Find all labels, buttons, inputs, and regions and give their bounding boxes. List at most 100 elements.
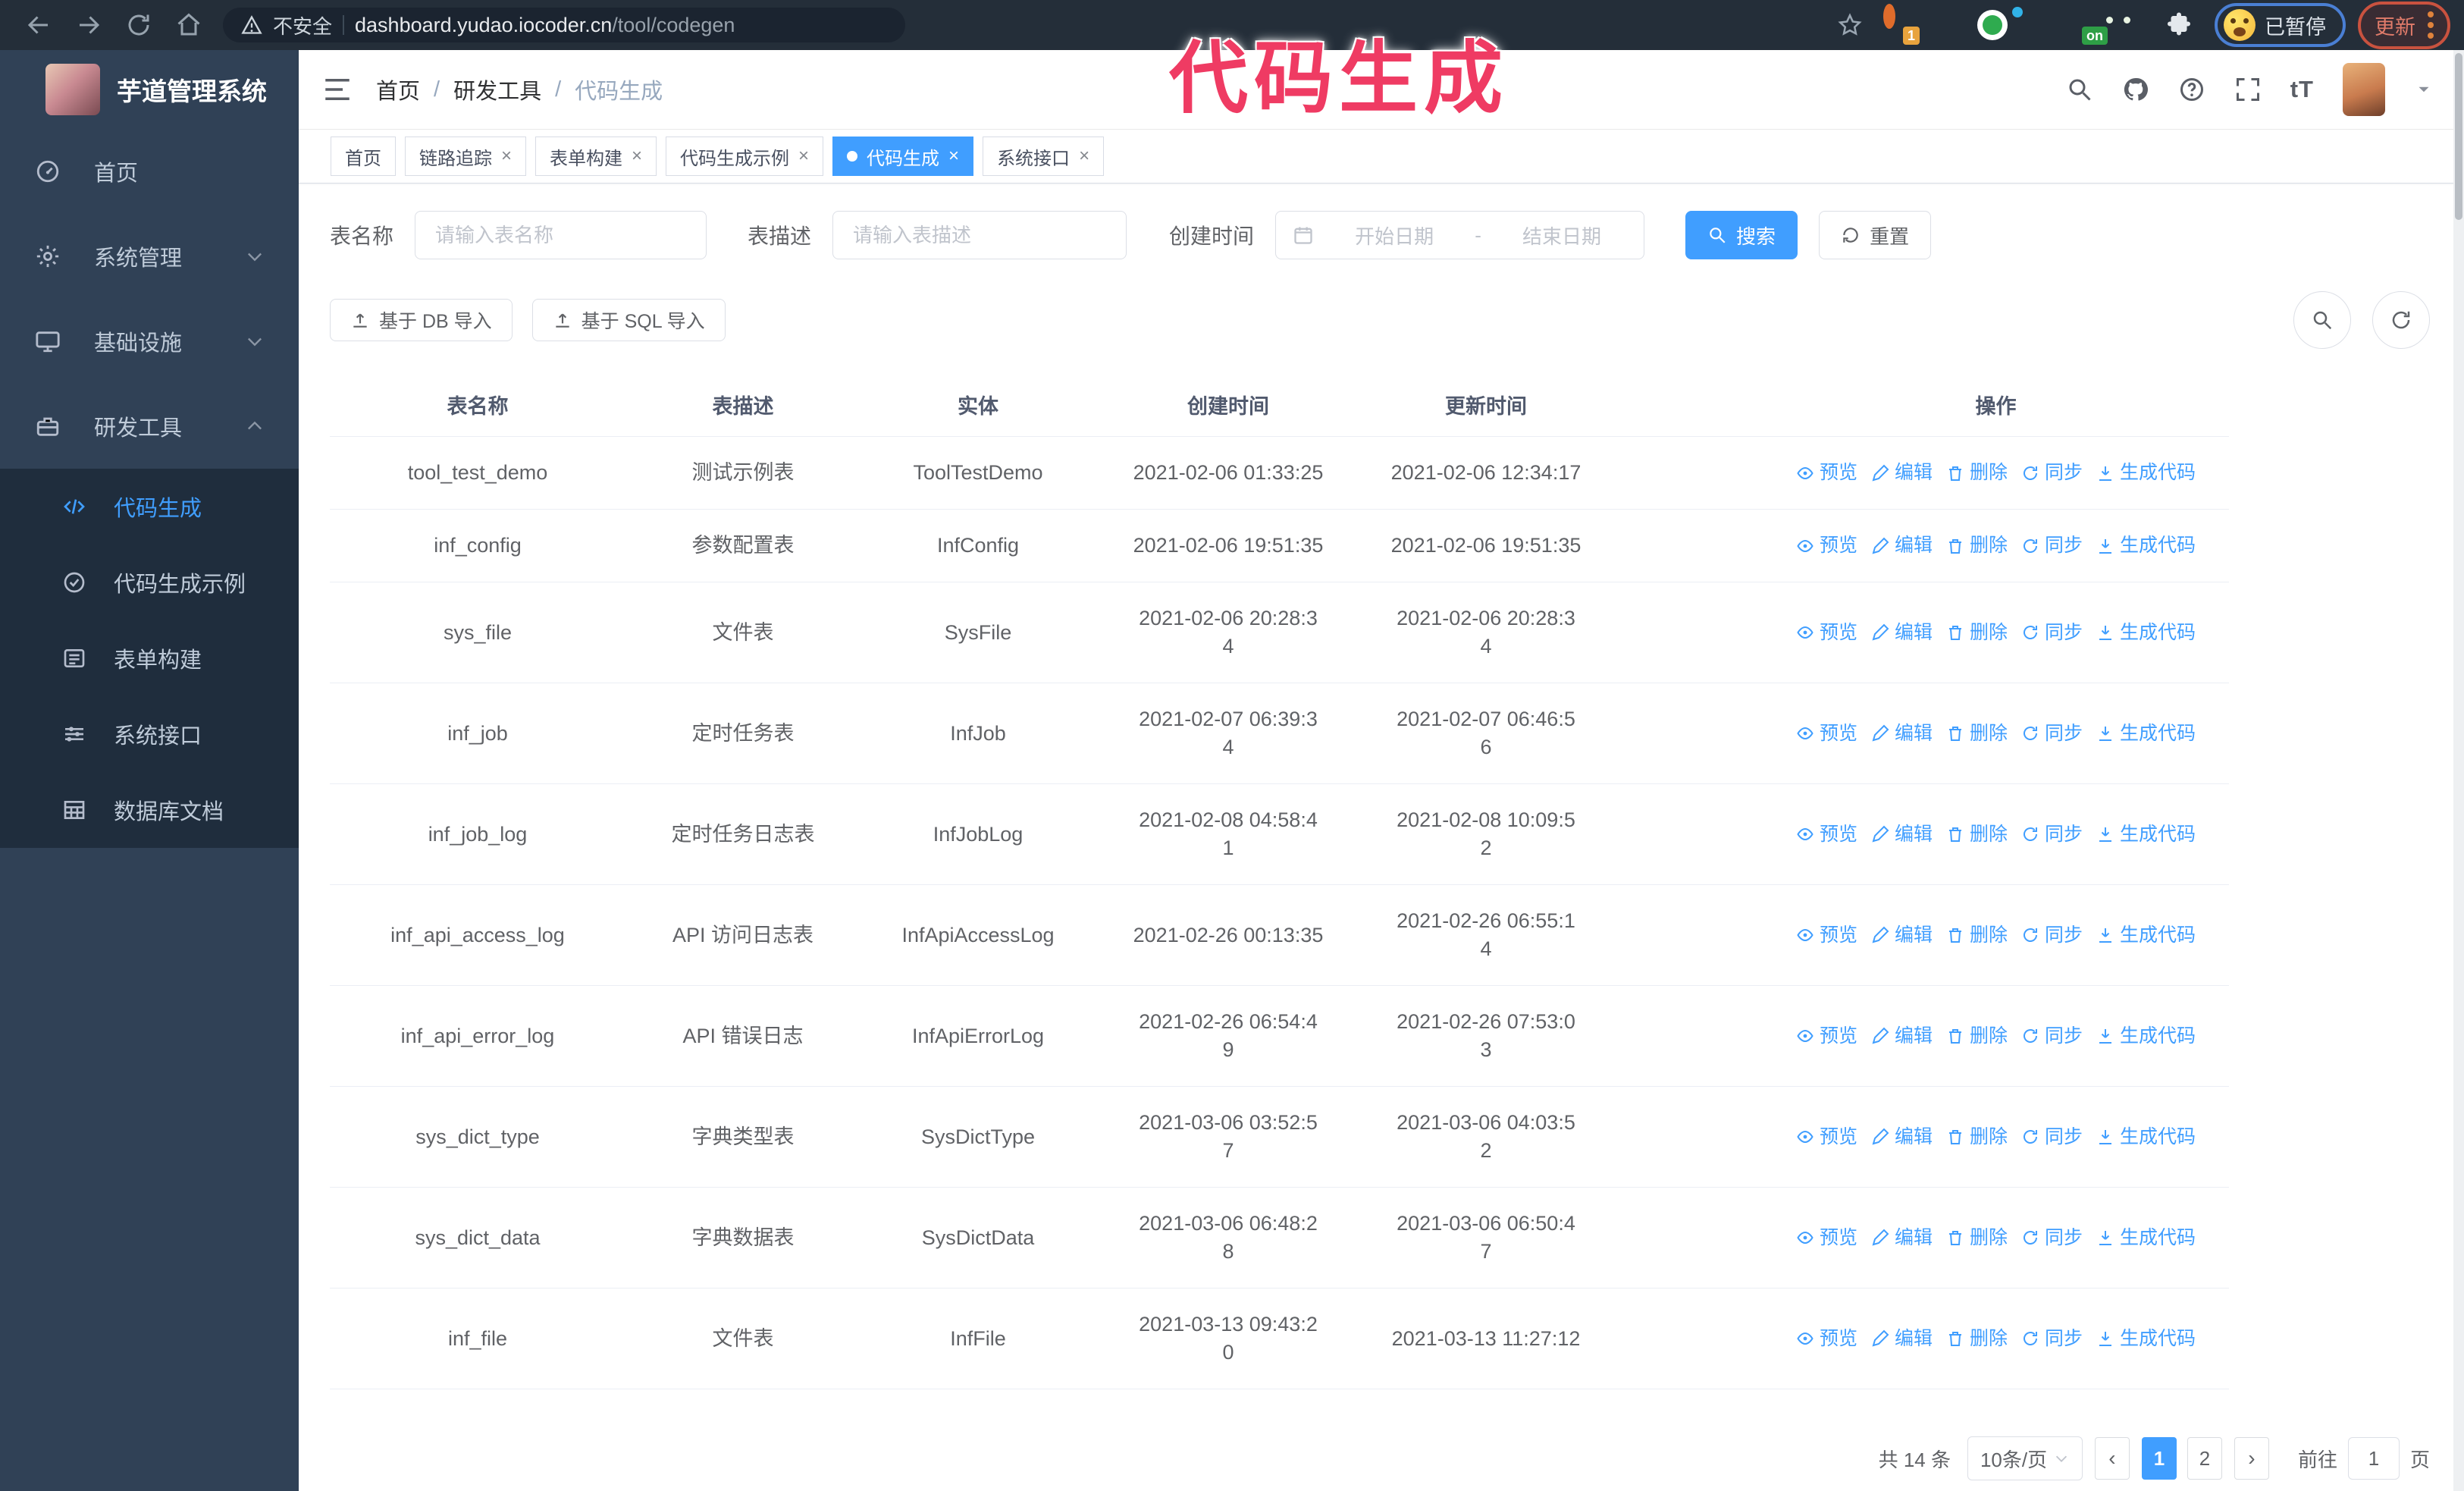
sidebar-logo-row[interactable]: 芋道管理系统: [0, 50, 299, 129]
extension-gray-icon[interactable]: [2012, 7, 2055, 40]
action-generate-link[interactable]: 生成代码: [2096, 1123, 2196, 1151]
close-icon[interactable]: ×: [501, 147, 512, 165]
action-sync-link[interactable]: 同步: [2021, 921, 2083, 950]
sidebar-item-0[interactable]: 首页: [0, 129, 299, 214]
action-edit-link[interactable]: 编辑: [1871, 720, 1933, 748]
search-button[interactable]: 搜索: [1685, 211, 1798, 259]
tab-2[interactable]: 表单构建 ×: [535, 137, 657, 176]
sidebar-subitem-3[interactable]: 系统接口: [0, 696, 299, 772]
scrollbar[interactable]: [2453, 50, 2464, 1491]
close-icon[interactable]: ×: [948, 147, 959, 165]
action-preview-link[interactable]: 预览: [1796, 1123, 1857, 1151]
action-preview-link[interactable]: 预览: [1796, 1325, 1857, 1353]
scrollbar-thumb[interactable]: [2455, 53, 2462, 220]
sidebar-subitem-2[interactable]: 表单构建: [0, 620, 299, 696]
action-preview-link[interactable]: 预览: [1796, 532, 1857, 560]
bookmark-star-icon[interactable]: [1837, 12, 1863, 38]
toggle-search-button[interactable]: [2293, 291, 2351, 349]
action-preview-link[interactable]: 预览: [1796, 1224, 1857, 1252]
browser-forward-icon[interactable]: [75, 11, 102, 39]
goto-page-input[interactable]: [2347, 1437, 2400, 1480]
sidebar-item-2[interactable]: 基础设施: [0, 299, 299, 384]
next-page-button[interactable]: ›: [2234, 1437, 2269, 1480]
table-name-input[interactable]: [415, 211, 707, 259]
fullscreen-icon[interactable]: [2234, 76, 2262, 103]
action-delete-link[interactable]: 删除: [1946, 821, 2008, 849]
tab-5[interactable]: 系统接口 ×: [983, 137, 1105, 176]
action-delete-link[interactable]: 删除: [1946, 1022, 2008, 1050]
search-icon[interactable]: [2066, 76, 2093, 103]
import-sql-button[interactable]: 基于 SQL 导入: [531, 299, 726, 341]
help-icon[interactable]: [2178, 76, 2205, 103]
sidebar-item-1[interactable]: 系统管理: [0, 214, 299, 299]
action-generate-link[interactable]: 生成代码: [2096, 619, 2196, 647]
extension-green-ring-icon[interactable]: [1977, 10, 2008, 40]
security-warning-icon[interactable]: [241, 14, 262, 36]
refresh-table-button[interactable]: [2372, 291, 2430, 349]
browser-back-icon[interactable]: [25, 11, 52, 39]
action-sync-link[interactable]: 同步: [2021, 1123, 2083, 1151]
action-edit-link[interactable]: 编辑: [1871, 1224, 1933, 1252]
action-sync-link[interactable]: 同步: [2021, 459, 2083, 487]
action-preview-link[interactable]: 预览: [1796, 619, 1857, 647]
action-edit-link[interactable]: 编辑: [1871, 459, 1933, 487]
extension-gem-icon[interactable]: [1930, 10, 1961, 40]
action-preview-link[interactable]: 预览: [1796, 720, 1857, 748]
reset-button[interactable]: 重置: [1819, 211, 1932, 259]
action-edit-link[interactable]: 编辑: [1871, 532, 1933, 560]
action-delete-link[interactable]: 删除: [1946, 720, 2008, 748]
sidebar-subitem-4[interactable]: 数据库文档: [0, 772, 299, 848]
extensions-puzzle-icon[interactable]: [2165, 11, 2193, 39]
action-edit-link[interactable]: 编辑: [1871, 921, 1933, 950]
action-generate-link[interactable]: 生成代码: [2096, 720, 2196, 748]
action-delete-link[interactable]: 删除: [1946, 1123, 2008, 1151]
action-sync-link[interactable]: 同步: [2021, 1325, 2083, 1353]
date-range-picker[interactable]: 开始日期 - 结束日期: [1275, 211, 1645, 259]
action-generate-link[interactable]: 生成代码: [2096, 821, 2196, 849]
table-desc-input[interactable]: [832, 211, 1127, 259]
close-icon[interactable]: ×: [632, 147, 642, 165]
sidebar-subitem-0[interactable]: 代码生成: [0, 469, 299, 545]
browser-menu-icon[interactable]: [2428, 11, 2434, 39]
action-delete-link[interactable]: 删除: [1946, 532, 2008, 560]
tab-3[interactable]: 代码生成示例 ×: [666, 137, 824, 176]
tab-1[interactable]: 链路追踪 ×: [405, 137, 527, 176]
hamburger-icon[interactable]: [321, 74, 353, 105]
action-edit-link[interactable]: 编辑: [1871, 1123, 1933, 1151]
browser-home-icon[interactable]: [175, 11, 202, 39]
tab-0[interactable]: 首页: [331, 137, 396, 176]
action-preview-link[interactable]: 预览: [1796, 459, 1857, 487]
sidebar-item-3[interactable]: 研发工具: [0, 384, 299, 469]
action-sync-link[interactable]: 同步: [2021, 619, 2083, 647]
action-edit-link[interactable]: 编辑: [1871, 1325, 1933, 1353]
action-edit-link[interactable]: 编辑: [1871, 619, 1933, 647]
page-size-select[interactable]: 10条/页: [1967, 1436, 2083, 1480]
text-size-icon[interactable]: tT: [2290, 76, 2314, 103]
action-generate-link[interactable]: 生成代码: [2096, 459, 2196, 487]
action-edit-link[interactable]: 编辑: [1871, 821, 1933, 849]
github-icon[interactable]: [2122, 76, 2149, 103]
page-number-2[interactable]: 2: [2187, 1437, 2222, 1480]
extension-orange-icon[interactable]: 1: [1883, 4, 1920, 45]
action-generate-link[interactable]: 生成代码: [2096, 921, 2196, 950]
action-generate-link[interactable]: 生成代码: [2096, 1022, 2196, 1050]
action-sync-link[interactable]: 同步: [2021, 821, 2083, 849]
action-sync-link[interactable]: 同步: [2021, 532, 2083, 560]
breadcrumb-item[interactable]: 首页: [376, 74, 420, 105]
chevron-down-icon[interactable]: [2414, 80, 2434, 99]
extension-monkey-icon[interactable]: [2106, 10, 2149, 40]
action-sync-link[interactable]: 同步: [2021, 720, 2083, 748]
tab-4[interactable]: 代码生成 ×: [832, 137, 974, 176]
extension-dark-icon[interactable]: on: [2071, 10, 2108, 45]
action-generate-link[interactable]: 生成代码: [2096, 1325, 2196, 1353]
prev-page-button[interactable]: ‹: [2094, 1437, 2130, 1480]
close-icon[interactable]: ×: [1079, 147, 1089, 165]
breadcrumb-item[interactable]: 研发工具: [453, 74, 541, 105]
action-delete-link[interactable]: 删除: [1946, 1325, 2008, 1353]
action-edit-link[interactable]: 编辑: [1871, 1022, 1933, 1050]
action-preview-link[interactable]: 预览: [1796, 921, 1857, 950]
action-delete-link[interactable]: 删除: [1946, 921, 2008, 950]
avatar[interactable]: [2343, 63, 2385, 116]
action-preview-link[interactable]: 预览: [1796, 821, 1857, 849]
browser-update-button[interactable]: 更新: [2358, 1, 2450, 49]
